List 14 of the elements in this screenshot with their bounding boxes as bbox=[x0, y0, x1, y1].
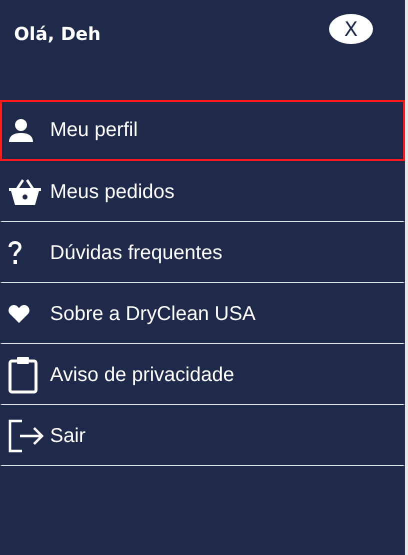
menu-item[interactable]: Sair bbox=[0, 405, 405, 466]
menu-item[interactable]: Dúvidas frequentes bbox=[0, 222, 405, 283]
menu-item[interactable]: Sobre a DryClean USA bbox=[0, 283, 405, 344]
question-icon bbox=[8, 240, 22, 266]
menu-item[interactable]: Meu perfil bbox=[0, 100, 405, 161]
greeting: Olá, Deh bbox=[14, 24, 101, 45]
basket-icon bbox=[8, 178, 42, 206]
close-button[interactable]: X bbox=[329, 14, 373, 44]
clipboard-icon bbox=[8, 356, 38, 394]
exit-icon bbox=[8, 419, 46, 453]
heart-icon bbox=[8, 304, 30, 324]
menu-item[interactable]: Aviso de privacidade bbox=[0, 344, 405, 405]
person-icon bbox=[8, 118, 34, 142]
menu-item[interactable]: Meus pedidos bbox=[0, 161, 405, 222]
